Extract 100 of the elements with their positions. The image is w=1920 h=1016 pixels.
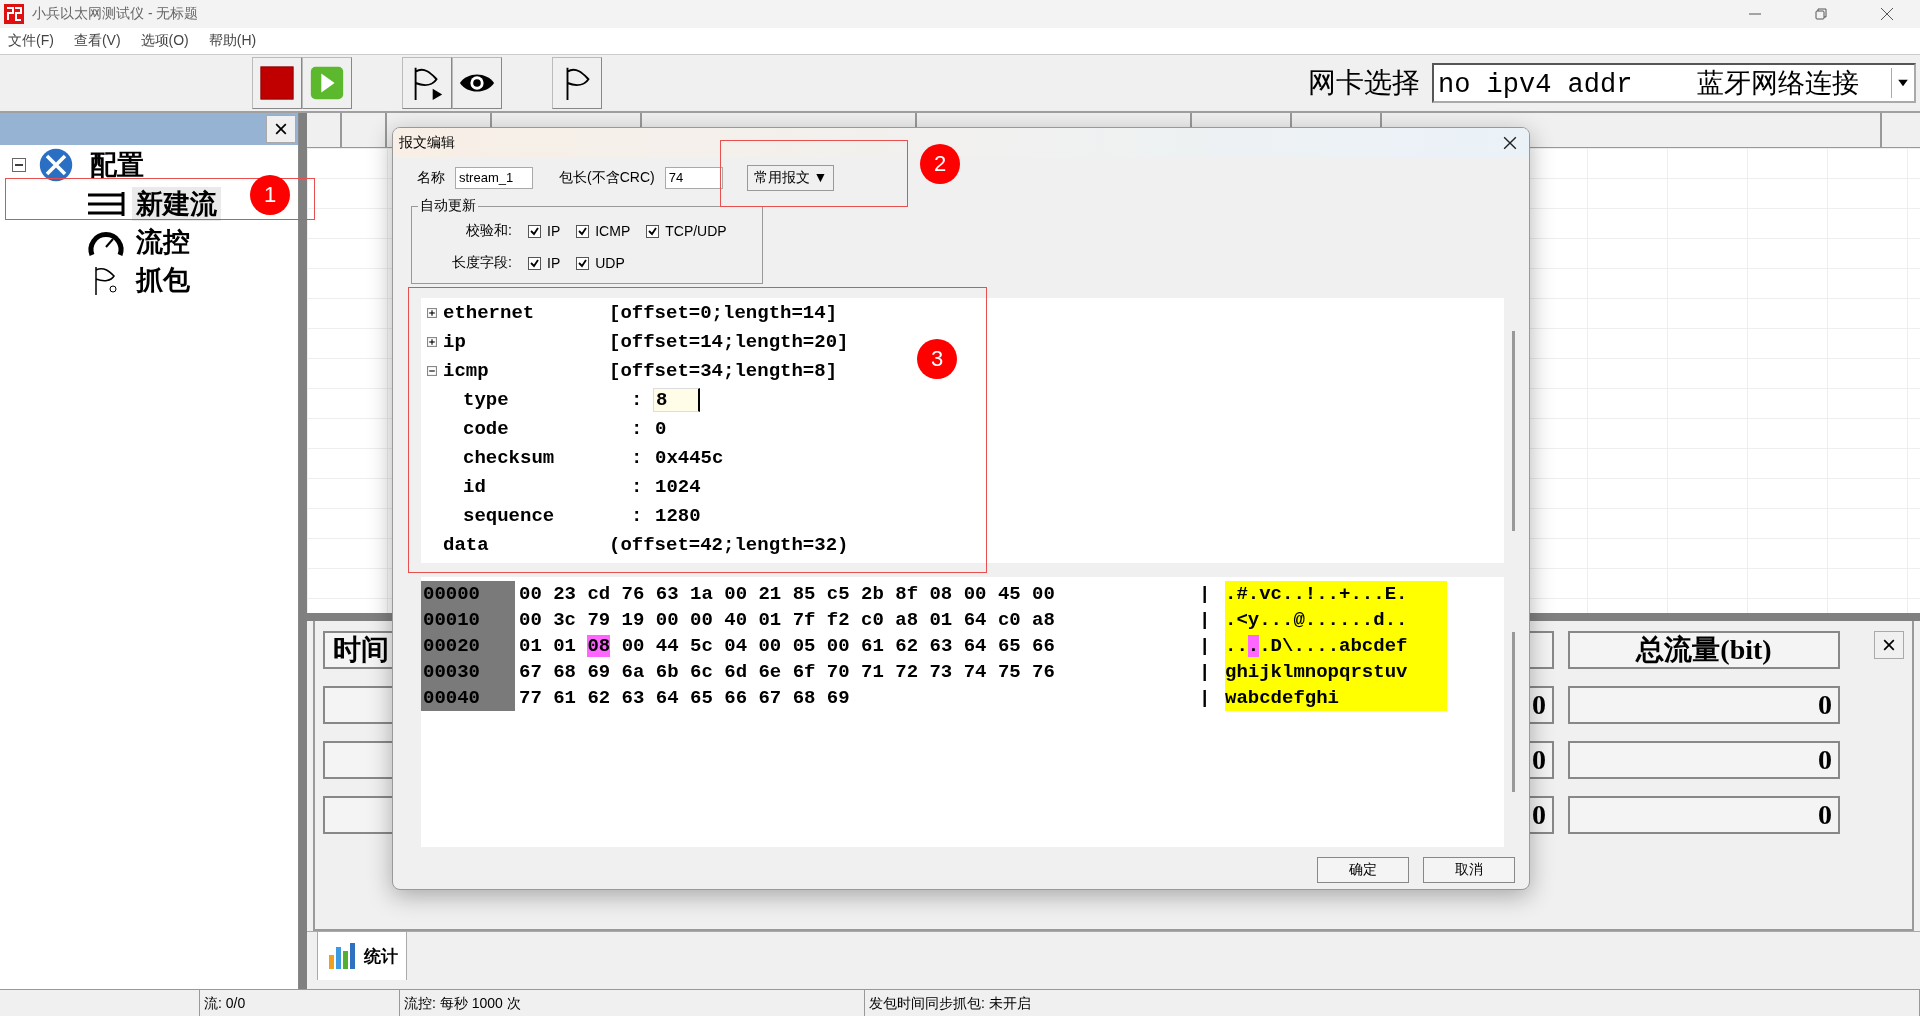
checkbox[interactable] [528, 256, 541, 270]
separator: : [631, 417, 643, 440]
tree-node[interactable]: icmp [443, 359, 489, 382]
field-value: 1280 [654, 504, 702, 527]
field-value: 0x445c [654, 446, 725, 469]
tree-item[interactable]: 抓包 [132, 263, 194, 297]
ascii-text: .<y...@......d.. [1225, 607, 1447, 633]
hex-offset: 00020 [421, 633, 515, 659]
field-value: 1024 [654, 475, 702, 498]
capture-start-button[interactable] [402, 57, 452, 109]
hex-offset: 00000 [421, 581, 515, 607]
field-value: 0 [654, 417, 668, 440]
start-button[interactable] [302, 57, 352, 109]
field-label: 包长(不含CRC) [559, 169, 655, 187]
menu-item[interactable]: 选项(O) [140, 32, 189, 50]
menu-item[interactable]: 帮助(H) [208, 32, 257, 50]
status-text: 发包时间同步抓包: 未开启 [865, 990, 1920, 1016]
menu-item[interactable]: 查看(V) [73, 32, 121, 50]
hex-divider: | [1199, 608, 1212, 633]
expand-toggle-icon[interactable] [427, 307, 437, 318]
checkbox-label: IP [547, 255, 561, 271]
hex-divider: | [1199, 582, 1212, 607]
play-icon [308, 64, 346, 102]
expand-toggle-icon[interactable] [427, 365, 437, 376]
hex-divider: | [1199, 686, 1212, 711]
collapse-toggle-icon[interactable] [12, 158, 26, 172]
checkbox[interactable] [576, 224, 590, 238]
ascii-text: ....D\....abcdef [1225, 633, 1447, 659]
hex-bytes: 00 3c 79 19 00 00 40 01 7f f2 c0 a8 01 64 c0 a8 [518, 608, 1056, 633]
stop-button[interactable] [252, 57, 302, 109]
checkbox[interactable] [646, 224, 660, 238]
value-input[interactable]: 8 [653, 387, 700, 412]
close-panel-button[interactable] [1874, 631, 1904, 659]
window-title: 小兵以太网测试仪 - 无标题 [32, 5, 199, 23]
field-name[interactable]: type [463, 388, 509, 411]
separator: : [631, 475, 643, 498]
stat-field: 0 [1568, 796, 1840, 834]
stop-icon [258, 64, 296, 102]
dialog-button[interactable]: 取消 [1423, 857, 1515, 883]
node-info: (offset=42;length=32) [609, 533, 849, 556]
stats-tab[interactable]: 统计 [317, 931, 407, 980]
preset-button[interactable]: 常用报文 ▼ [746, 165, 835, 191]
ascii-text: ghijklmnopqrstuv [1225, 659, 1447, 685]
length-field[interactable]: 74 [664, 167, 723, 189]
hex-bytes: 67 68 69 6a 6b 6c 6d 6e 6f 70 71 72 73 74 75 76 [518, 660, 1056, 685]
separator: : [631, 504, 643, 527]
stat-field: 0 [1568, 741, 1840, 779]
hex-offset: 00010 [421, 607, 515, 633]
field-label: 名称 [417, 169, 445, 187]
hex-offset: 00030 [421, 659, 515, 685]
checkbox-label: UDP [595, 255, 625, 271]
status-text: 流控: 每秒 1000 次 [400, 990, 865, 1016]
checkbox-label: IP [547, 223, 561, 239]
close-icon[interactable] [1880, 7, 1894, 21]
nic-select[interactable]: no ipv4 addr 蓝牙网络连接 [1432, 63, 1916, 103]
list-icon [86, 189, 126, 219]
close-icon [1883, 639, 1895, 651]
tree-item[interactable]: 流控 [132, 225, 194, 259]
hex-offset: 00040 [421, 685, 515, 711]
stat-field: 0 [1568, 686, 1840, 724]
node-info: [offset=34;length=8] [609, 359, 838, 382]
field-name[interactable]: code [463, 417, 509, 440]
hex-bytes: 01 01 08 00 44 5c 04 00 05 00 61 62 63 64 65 66 [518, 634, 1056, 659]
dialog-button[interactable]: 确定 [1317, 857, 1409, 883]
close-icon[interactable] [1503, 136, 1517, 150]
field-label: 长度字段: [451, 254, 512, 272]
expand-toggle-icon[interactable] [427, 336, 437, 347]
menu-item[interactable]: 文件(F) [8, 32, 54, 50]
nic-label: 网卡选择 [1308, 66, 1420, 100]
capture-button[interactable] [552, 57, 602, 109]
checkbox[interactable] [528, 224, 541, 238]
field-name[interactable]: id [463, 475, 486, 498]
bar-chart-icon [326, 941, 356, 971]
node-info: [offset=0;length=14] [609, 301, 838, 324]
hex-divider: | [1199, 634, 1212, 659]
group-title: 自动更新 [418, 197, 478, 215]
name-field[interactable]: stream_1 [455, 167, 533, 189]
node-info: [offset=14;length=20] [609, 330, 849, 353]
separator: : [631, 388, 643, 411]
tools-globe-icon [38, 147, 74, 183]
dialog-title: 报文编辑 [399, 134, 455, 152]
scrollbar-thumb[interactable] [1512, 632, 1515, 792]
checkbox[interactable] [576, 256, 590, 270]
tree-node[interactable]: data [443, 533, 489, 556]
scrollbar-thumb[interactable] [1512, 330, 1515, 531]
hex-bytes: 77 61 62 63 64 65 66 67 68 69 [518, 686, 851, 711]
tree-node[interactable]: ethernet [443, 301, 535, 324]
column-header: 总流量(bit) [1568, 631, 1840, 669]
tree-item[interactable]: 配置 [86, 148, 148, 182]
ascii-text: wabcdefghi [1225, 685, 1447, 711]
field-name[interactable]: sequence [463, 504, 555, 527]
view-button[interactable] [452, 57, 502, 109]
status-text: 流: 0/0 [200, 990, 400, 1016]
field-name[interactable]: checksum [463, 446, 555, 469]
restore-icon[interactable] [1814, 7, 1828, 21]
checkbox-label: TCP/UDP [665, 223, 727, 239]
separator: : [631, 446, 643, 469]
tree-item[interactable]: 新建流 [132, 187, 221, 221]
close-panel-button[interactable] [266, 115, 296, 143]
tree-node[interactable]: ip [443, 330, 466, 353]
